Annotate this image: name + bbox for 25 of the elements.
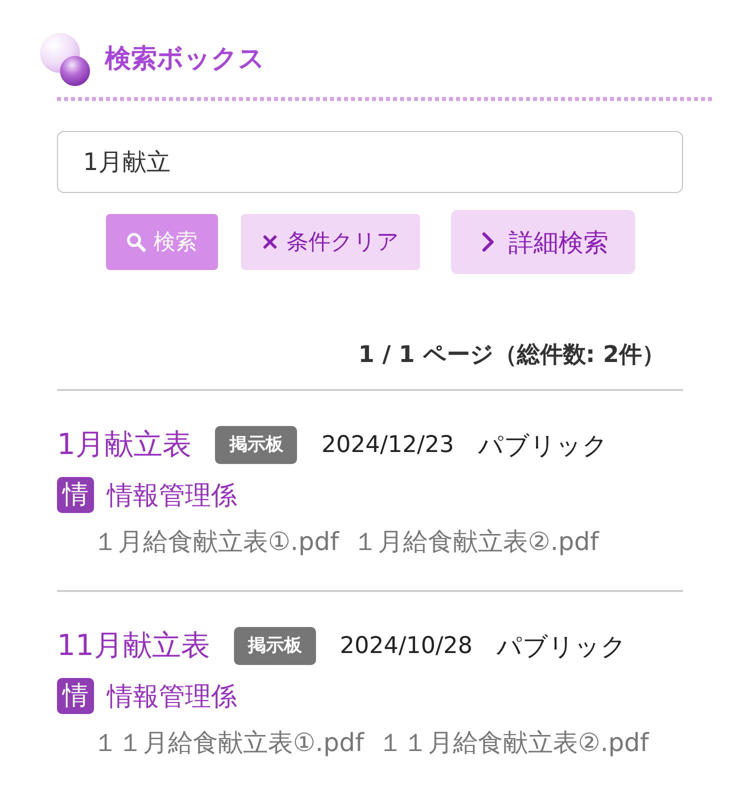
department-badge: 情 (57, 477, 94, 513)
result-title-link[interactable]: 11月献立表 (57, 626, 210, 666)
search-icon (126, 232, 146, 252)
department-link[interactable]: 情報管理係 (107, 478, 237, 512)
category-badge: 掲示板 (234, 627, 316, 665)
visibility-label: パブリック (496, 630, 626, 662)
department-badge: 情 (57, 678, 94, 714)
category-badge: 掲示板 (215, 426, 298, 464)
spheres-icon (38, 31, 92, 88)
result-date: 2024/10/28 (340, 633, 472, 659)
clear-conditions-button[interactable]: 条件クリア (240, 214, 420, 270)
attachment-link[interactable]: １１月給食献立表①.pdf (93, 728, 364, 758)
visibility-label: パブリック (478, 430, 608, 462)
result-count: 1 / 1 ページ（総件数: 2件） (358, 341, 665, 370)
close-icon (260, 233, 278, 251)
attachment-link[interactable]: １月給食献立表①.pdf (93, 527, 339, 557)
department-link[interactable]: 情報管理係 (107, 678, 237, 714)
search-field[interactable]: 1月献立 (57, 131, 683, 193)
advanced-search-button[interactable]: 詳細検索 (450, 210, 634, 274)
chevron-right-icon (480, 231, 494, 253)
result-date: 2024/12/23 (321, 432, 454, 458)
attachment-link[interactable]: １１月給食献立表②.pdf (378, 728, 649, 758)
attachment-link[interactable]: １月給食献立表②.pdf (352, 527, 599, 557)
result-title-link[interactable]: 1月献立表 (57, 425, 192, 465)
section-title: 検索ボックス (105, 44, 265, 76)
